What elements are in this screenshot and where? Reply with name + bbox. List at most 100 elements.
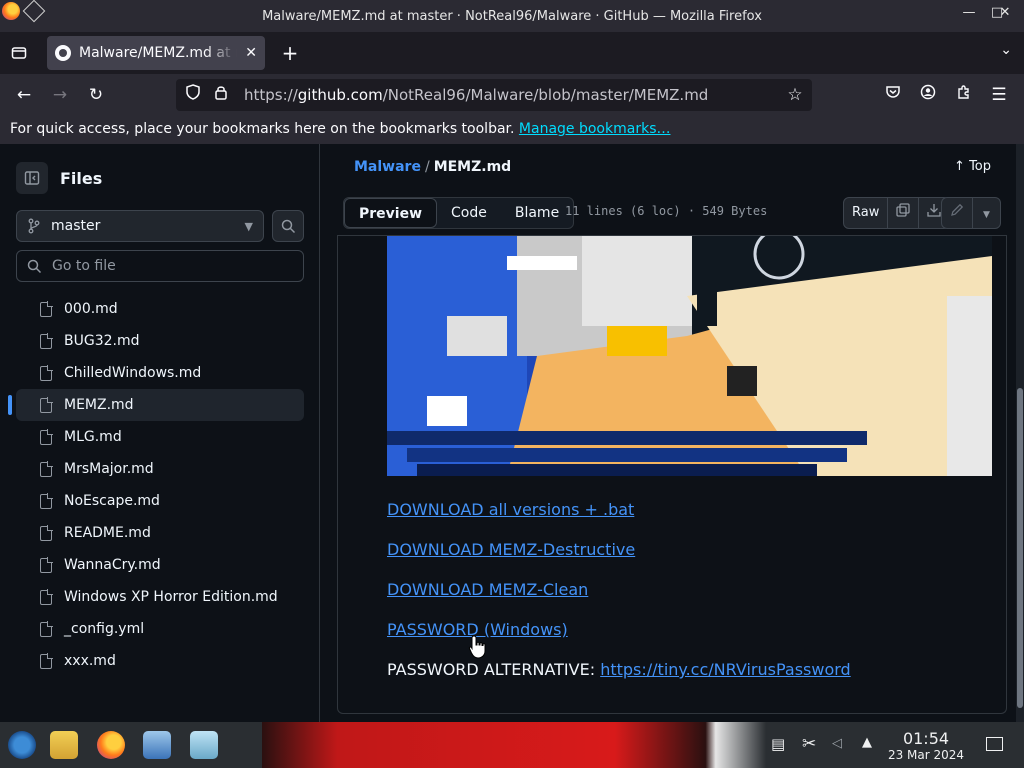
- download-all-link[interactable]: DOWNLOAD all versions + .bat: [387, 500, 634, 519]
- file-icon: [40, 621, 53, 637]
- download-clean-link[interactable]: DOWNLOAD MEMZ-Clean: [387, 580, 588, 599]
- menu-icon[interactable]: ☰: [988, 84, 1010, 106]
- file-icon: [40, 589, 53, 605]
- new-tab-button[interactable]: +: [280, 42, 300, 64]
- file-view: DOWNLOAD all versions + .bat DOWNLOAD ME…: [321, 144, 1024, 722]
- tab-close-button[interactable]: ✕: [245, 45, 257, 61]
- edit-actions-group: ▼: [941, 197, 1001, 229]
- clock[interactable]: 01:54 23 Mar 2024: [886, 729, 966, 763]
- bookmarks-message: For quick access, place your bookmarks h…: [10, 121, 515, 137]
- tab-memz[interactable]: Malware/MEMZ.md at master · NotReal96/Ma…: [47, 36, 265, 70]
- show-desktop-icon[interactable]: [986, 737, 1003, 751]
- url-host: github.com: [297, 86, 383, 104]
- file-item-readme[interactable]: README.md: [16, 517, 304, 549]
- breadcrumb: Malware / MEMZ.md: [354, 159, 511, 175]
- branch-name: master: [51, 218, 101, 234]
- memz-screenshot-image[interactable]: [387, 236, 992, 476]
- files-header: Files: [16, 162, 102, 194]
- tab-overflow-icon[interactable]: ⌄: [1000, 42, 1012, 58]
- account-icon[interactable]: [917, 84, 939, 106]
- file-manager-icon[interactable]: [50, 731, 78, 759]
- manage-bookmarks-link[interactable]: Manage bookmarks…: [519, 121, 671, 137]
- tray-expand-icon[interactable]: ▲: [862, 735, 872, 750]
- file-item-xxx[interactable]: xxx.md: [16, 645, 304, 677]
- top-button[interactable]: ↑ Top: [954, 159, 991, 174]
- raw-button[interactable]: Raw: [844, 198, 887, 228]
- file-icon: [40, 525, 53, 541]
- markdown-body: DOWNLOAD all versions + .bat DOWNLOAD ME…: [387, 500, 851, 700]
- file-meta: 11 lines (6 loc) · 549 Bytes: [565, 204, 768, 218]
- clipboard-icon[interactable]: ▤: [771, 735, 785, 753]
- file-item-wannacry[interactable]: WannaCry.md: [16, 549, 304, 581]
- window-title: Malware/MEMZ.md at master · NotReal96/Ma…: [262, 8, 762, 24]
- file-name: MrsMajor.md: [64, 461, 154, 477]
- file-name: BUG32.md: [64, 333, 140, 349]
- file-list: 000.md BUG32.md ChilledWindows.md MEMZ.m…: [8, 293, 304, 677]
- file-item-mlg[interactable]: MLG.md: [16, 421, 304, 453]
- file-item-chilledwindows[interactable]: ChilledWindows.md: [16, 357, 304, 389]
- url-text[interactable]: https://github.com/NotReal96/Malware/blo…: [244, 86, 708, 104]
- file-icon: [40, 301, 53, 317]
- url-bar[interactable]: https://github.com/NotReal96/Malware/blo…: [176, 79, 812, 111]
- shield-icon[interactable]: [182, 84, 204, 106]
- tab-code[interactable]: Code: [437, 198, 501, 228]
- view-mode-tabs: Preview Code Blame: [343, 197, 575, 229]
- copy-raw-button[interactable]: [887, 198, 918, 228]
- scrollbar-thumb[interactable]: [1017, 388, 1023, 708]
- file-icon: [40, 365, 53, 381]
- bookmark-star-icon[interactable]: ☆: [784, 84, 806, 106]
- start-menu-icon[interactable]: [8, 731, 36, 759]
- close-window-button[interactable]: ✕: [996, 4, 1014, 20]
- firefox-logo-icon[interactable]: [2, 2, 20, 20]
- file-icon: [40, 333, 53, 349]
- tab-strip: Malware/MEMZ.md at master · NotReal96/Ma…: [0, 32, 1024, 74]
- memz-screenshot-graphic: [387, 236, 992, 476]
- file-item-memz[interactable]: MEMZ.md: [8, 389, 304, 421]
- system-settings-icon[interactable]: [143, 731, 171, 759]
- tab-blame[interactable]: Blame: [501, 198, 573, 228]
- file-name: WannaCry.md: [64, 557, 161, 573]
- window-titlebar: Malware/MEMZ.md at master · NotReal96/Ma…: [0, 0, 1024, 32]
- files-title: Files: [60, 168, 103, 188]
- download-destructive-link[interactable]: DOWNLOAD MEMZ-Destructive: [387, 540, 635, 559]
- file-item-windows-xp-horror[interactable]: Windows XP Horror Edition.md: [16, 581, 304, 613]
- file-item-config[interactable]: _config.yml: [16, 613, 304, 645]
- tab-list-icon[interactable]: [8, 42, 30, 64]
- search-icon: [27, 259, 42, 273]
- forward-button[interactable]: →: [49, 84, 71, 106]
- lock-icon[interactable]: [210, 84, 232, 106]
- scissors-icon[interactable]: ✂: [802, 734, 816, 754]
- file-icon: [40, 653, 53, 669]
- branch-selector[interactable]: master ▼: [16, 210, 264, 242]
- caret-down-icon: ▼: [244, 219, 253, 233]
- password-alternative-link[interactable]: https://tiny.cc/NRVirusPassword: [600, 660, 851, 679]
- url-path: /NotReal96/Malware/blob/master/MEMZ.md: [382, 86, 709, 104]
- file-name: 000.md: [64, 301, 118, 317]
- search-files-button[interactable]: [272, 210, 304, 242]
- file-icon: [40, 493, 53, 509]
- firefox-taskbar-icon[interactable]: [97, 731, 125, 759]
- tab-preview[interactable]: Preview: [344, 198, 438, 228]
- window-menu-icon[interactable]: [22, 0, 46, 23]
- file-icon: [40, 429, 53, 445]
- clock-time: 01:54: [902, 729, 950, 748]
- file-item-000[interactable]: 000.md: [16, 293, 304, 325]
- minimize-button[interactable]: —: [960, 4, 978, 20]
- pocket-icon[interactable]: [882, 84, 904, 106]
- extensions-icon[interactable]: [953, 84, 975, 106]
- repo-link[interactable]: Malware: [354, 159, 421, 175]
- edit-file-button[interactable]: [942, 198, 972, 228]
- go-to-file-input[interactable]: [52, 258, 282, 274]
- page-scrollbar[interactable]: [1016, 144, 1024, 722]
- tray-collapse-icon[interactable]: ◁: [832, 736, 842, 751]
- back-button[interactable]: ←: [13, 84, 35, 106]
- file-item-noescape[interactable]: NoEscape.md: [16, 485, 304, 517]
- reload-button[interactable]: ↻: [85, 84, 107, 106]
- taskbar-wallpaper-strip: [262, 722, 766, 768]
- file-item-mrsmajor[interactable]: MrsMajor.md: [16, 453, 304, 485]
- collapse-panel-icon[interactable]: [16, 162, 48, 194]
- go-to-file-field[interactable]: [16, 250, 304, 282]
- more-edit-options-button[interactable]: ▼: [972, 198, 1000, 228]
- software-center-icon[interactable]: [190, 731, 218, 759]
- file-item-bug32[interactable]: BUG32.md: [16, 325, 304, 357]
